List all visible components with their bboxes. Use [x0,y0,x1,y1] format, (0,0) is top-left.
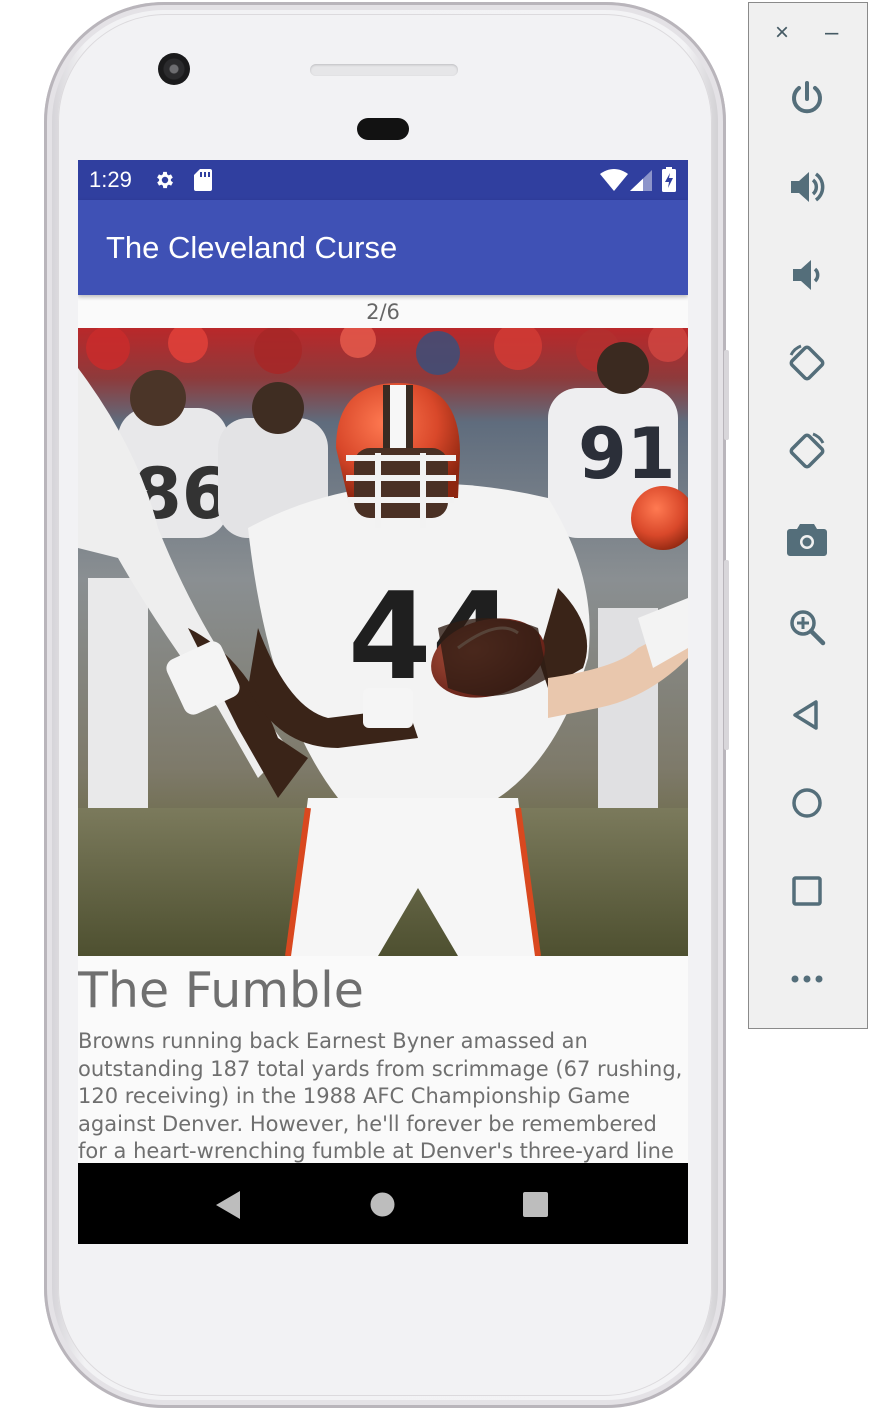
volume-down-icon [793,260,820,290]
emulator-home-button[interactable] [783,779,831,827]
signal-icon [630,170,652,191]
page-counter: 2/6 [366,300,400,324]
volume-down-button[interactable] [783,251,831,299]
emulator-toolbar: × – [748,2,868,1029]
svg-text:91: 91 [578,413,675,495]
rotate-right-icon [789,432,825,469]
proximity-sensor [357,118,409,140]
app-title: The Cleveland Curse [106,230,398,265]
more-button[interactable] [783,955,831,1003]
home-icon[interactable] [370,1192,395,1217]
device-screen: 1:29 The Cleveland Curse 2/6 86 91 44 Th… [78,160,688,1244]
home-icon [792,788,822,818]
article-body: Browns running back Earnest Byner amasse… [78,1029,683,1163]
app-bar: The Cleveland Curse [78,200,688,295]
close-icon[interactable]: × [775,19,789,47]
article-title: The Fumble [78,962,364,1019]
phone-volume-key [724,560,729,750]
zoom-button[interactable] [783,603,831,651]
earpiece-speaker [310,64,458,76]
volume-up-button[interactable] [783,163,831,211]
recents-icon[interactable] [523,1192,548,1217]
power-icon [792,81,822,114]
back-icon [793,700,818,730]
minimize-icon[interactable]: – [825,19,838,47]
emulator-overview-button[interactable] [783,867,831,915]
more-icon [791,975,823,983]
sd-card-icon [194,169,212,191]
wifi-icon [600,169,628,191]
rotate-right-button[interactable] [783,427,831,475]
overview-icon [792,876,822,906]
power-button[interactable] [783,75,831,123]
front-camera [158,53,190,85]
phone-power-key [724,350,729,440]
battery-charging-icon [662,167,676,192]
rotate-left-icon [789,344,825,381]
emulator-back-button[interactable] [783,691,831,739]
screenshot-button[interactable] [783,515,831,563]
status-time: 1:29 [89,167,132,192]
settings-icon [157,171,173,189]
camera-icon [787,524,827,556]
zoom-icon [790,610,826,646]
back-icon[interactable] [216,1191,242,1219]
article-photo[interactable]: 86 91 44 [78,328,688,956]
navigation-bar [78,1163,688,1244]
volume-up-icon [791,172,825,202]
rotate-left-button[interactable] [783,339,831,387]
status-bar: 1:29 [78,160,688,200]
